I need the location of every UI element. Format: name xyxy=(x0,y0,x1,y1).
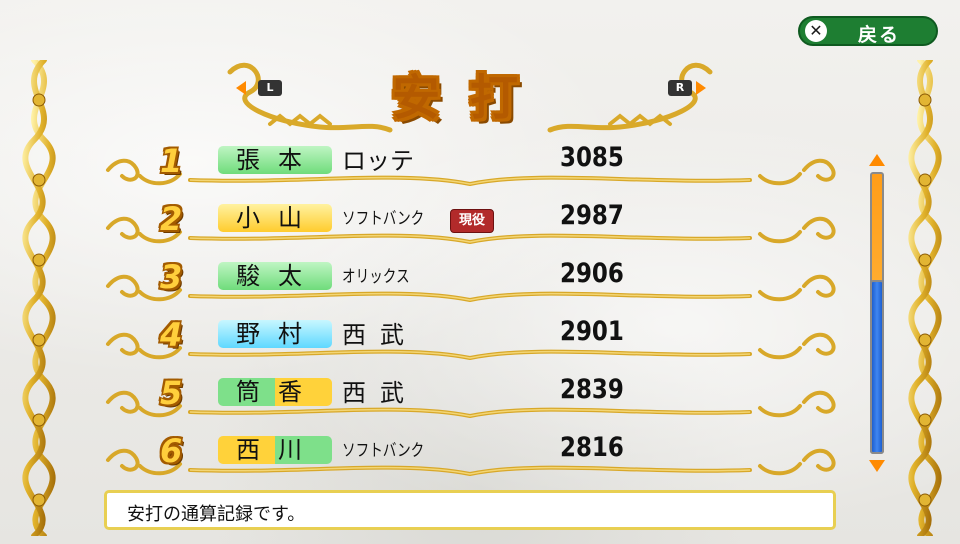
active-badge: 現役 xyxy=(450,209,494,233)
team-name: ソフトバンク xyxy=(342,441,425,461)
back-button[interactable]: ✕ 戻る xyxy=(798,16,938,46)
rank-number: 5 xyxy=(160,374,183,412)
team-name: 西武 xyxy=(342,321,418,349)
row-ornament xyxy=(106,390,836,419)
rank-number: 6 xyxy=(160,432,183,470)
page-title: 安打 xyxy=(391,70,548,126)
player-name: 野村 xyxy=(218,320,332,348)
title-area: L 安打 R xyxy=(210,52,730,142)
ranking-row[interactable]: 3 駿太 オリックス 2906 xyxy=(100,256,840,314)
hits-value: 2901 xyxy=(560,316,624,347)
r-shoulder-button[interactable]: R xyxy=(668,80,692,96)
hits-value: 3085 xyxy=(560,142,624,173)
cross-button-icon: ✕ xyxy=(805,20,827,42)
player-name: 駿太 xyxy=(218,262,332,290)
scrollbar[interactable] xyxy=(866,154,892,474)
team-name: ロッテ xyxy=(342,147,414,175)
team-name: オリックス xyxy=(342,267,410,287)
right-vine-ornament xyxy=(908,60,942,536)
player-name: 西川 xyxy=(218,436,332,464)
team-name: 西武 xyxy=(342,379,418,407)
ranking-row[interactable]: 6 西川 ソフトバンク 2816 xyxy=(100,430,840,488)
rank-number: 4 xyxy=(160,316,183,354)
rank-number: 1 xyxy=(160,142,183,180)
row-ornament xyxy=(106,274,836,303)
hits-value: 2839 xyxy=(560,374,624,405)
message-text: 安打の通算記録です。 xyxy=(127,504,306,525)
row-ornament xyxy=(106,332,836,361)
ranking-row[interactable]: 2 小山 ソフトバンク 現役 2987 xyxy=(100,198,840,256)
hits-value: 2816 xyxy=(560,432,624,463)
ranking-row[interactable]: 4 野村 西武 2901 xyxy=(100,314,840,372)
hits-value: 2987 xyxy=(560,200,624,231)
right-arrow-icon[interactable] xyxy=(696,81,706,95)
left-vine-ornament xyxy=(22,60,56,536)
player-name: 張本 xyxy=(218,146,332,174)
rank-number: 2 xyxy=(160,200,183,238)
ranking-row[interactable]: 5 筒香 西武 2839 xyxy=(100,372,840,430)
hits-value: 2906 xyxy=(560,258,624,289)
row-ornament xyxy=(106,158,836,187)
scroll-up-arrow-icon[interactable] xyxy=(869,154,885,166)
player-name: 小山 xyxy=(218,204,332,232)
scrollbar-thumb[interactable] xyxy=(870,279,884,454)
back-button-label: 戻る xyxy=(858,24,901,46)
team-name: ソフトバンク xyxy=(342,209,425,229)
player-name: 筒香 xyxy=(218,378,332,406)
row-ornament xyxy=(106,448,836,477)
message-box: 安打の通算記録です。 xyxy=(104,490,836,530)
rank-number: 3 xyxy=(160,258,183,296)
ranking-row[interactable]: 1 張本 ロッテ 3085 xyxy=(100,140,840,198)
scroll-down-arrow-icon[interactable] xyxy=(869,460,885,472)
